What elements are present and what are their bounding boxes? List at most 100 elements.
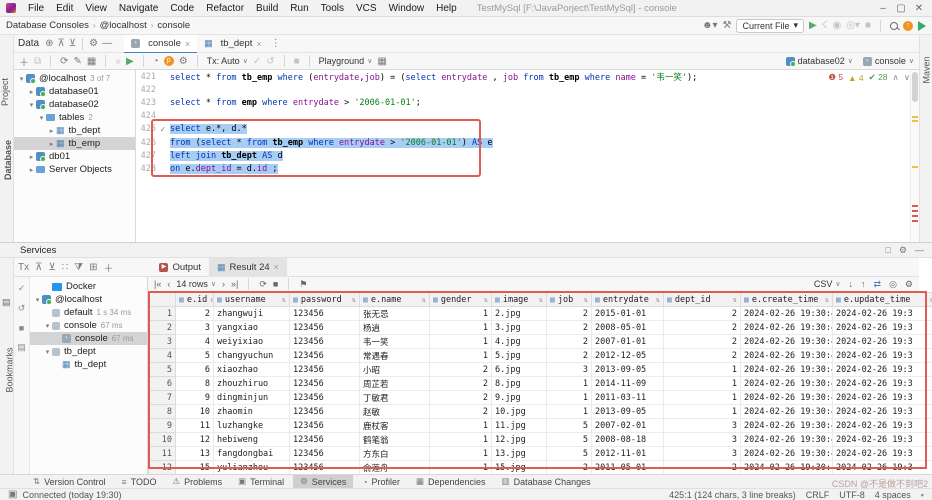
commit-icon[interactable]: ✓	[253, 56, 261, 67]
table-row[interactable]: 1215yulianzhou123456俞莲舟115.jpg22011-05-0…	[149, 461, 932, 475]
cell[interactable]: 1	[664, 363, 741, 377]
scrollbar-thumb[interactable]	[912, 72, 918, 102]
cell[interactable]: 3	[547, 363, 592, 377]
cell[interactable]: 1	[547, 391, 592, 405]
coverage-button[interactable]: ◉	[832, 20, 841, 31]
services-settings-gear-icon[interactable]: ⚙	[899, 245, 907, 256]
minimize-button[interactable]: –	[874, 3, 892, 14]
cell[interactable]: 1	[430, 419, 492, 433]
cell[interactable]: 1	[430, 349, 492, 363]
cell[interactable]: 2024-02-26 19:30:48	[741, 363, 833, 377]
cell[interactable]: 1	[430, 307, 492, 321]
cell[interactable]: 周芷若	[360, 377, 430, 391]
execute-button[interactable]: ▶	[126, 56, 134, 67]
indent-size[interactable]: 4 spaces	[875, 490, 911, 500]
cell[interactable]: 俞莲舟	[360, 461, 430, 475]
table-row[interactable]: 1012hebiweng123456鹤笔翁112.jpg52008-08-183…	[149, 433, 932, 447]
cell[interactable]: 2011-03-11	[592, 391, 664, 405]
col-header-e-update_time[interactable]: ▦e.update_time⇅	[833, 293, 932, 307]
build-hammer-icon[interactable]: ⚒	[723, 20, 732, 31]
cell[interactable]: 10	[176, 405, 214, 419]
cell[interactable]: xiaozhao	[214, 363, 290, 377]
breadcrumb-item[interactable]: console	[157, 20, 190, 31]
cell[interactable]: 5	[547, 447, 592, 461]
cell[interactable]: zhaomin	[214, 405, 290, 419]
cell[interactable]: 2024-02-26 19:30:48	[741, 349, 833, 363]
toolwindow-problems[interactable]: ⚠Problems	[165, 475, 229, 489]
export-format-select[interactable]: CSV∨	[814, 279, 841, 289]
code-line-428[interactable]: 428on e.dept_id = d.id ;	[136, 162, 919, 175]
cell[interactable]: 15	[176, 461, 214, 475]
cell[interactable]: 123456	[290, 461, 360, 475]
toolwindow-terminal[interactable]: ▣Terminal	[231, 475, 291, 489]
menu-file[interactable]: File	[22, 3, 50, 14]
db-tree-item-localhost[interactable]: ▾@localhost3 of 7	[14, 72, 135, 85]
cell[interactable]: 2	[664, 349, 741, 363]
menu-window[interactable]: Window	[383, 3, 431, 14]
lock-icon[interactable]: ▪	[921, 490, 924, 500]
add-service-icon[interactable]: ＋	[103, 260, 113, 275]
chevron-icon[interactable]: ▾	[43, 348, 52, 356]
cell[interactable]: 12	[176, 433, 214, 447]
expand-all-icon[interactable]: ⊼	[58, 38, 65, 49]
menu-edit[interactable]: Edit	[50, 3, 79, 14]
console-selector[interactable]: › console∨	[863, 56, 914, 66]
cell[interactable]: 2024-02-26 19:3	[833, 335, 932, 349]
line-ending[interactable]: CRLF	[806, 490, 830, 500]
cell[interactable]: 2008-08-18	[592, 433, 664, 447]
grid-settings-gear-icon[interactable]: ⚙	[905, 279, 913, 290]
cell[interactable]: 5	[547, 433, 592, 447]
cell[interactable]: 123456	[290, 391, 360, 405]
menu-build[interactable]: Build	[250, 3, 284, 14]
cell[interactable]: 2	[547, 349, 592, 363]
cell[interactable]: 11	[176, 419, 214, 433]
preview-eye-icon[interactable]: ◎	[889, 279, 897, 290]
table-row[interactable]: 68zhouzhiruo123456周芷若28.jpg12014-11-0912…	[149, 377, 932, 391]
cell[interactable]: 6	[176, 363, 214, 377]
chevron-icon[interactable]: ▸	[27, 88, 36, 96]
db-tree-item-tables[interactable]: ▾tables2	[14, 111, 135, 124]
table-row[interactable]: 45changyuchun123456常遇春15.jpg22012-12-052…	[149, 349, 932, 363]
cell[interactable]: 3	[176, 321, 214, 335]
cell[interactable]: 3.jpg	[492, 321, 547, 335]
cell[interactable]: zhouzhiruo	[214, 377, 290, 391]
toolwindow-database-changes[interactable]: ▥Database Changes	[495, 475, 598, 489]
cell[interactable]: 2024-02-26 19:30:48	[741, 447, 833, 461]
user-icon[interactable]: ☻▾	[702, 20, 718, 31]
database-selector[interactable]: database02∨	[786, 56, 853, 66]
cell[interactable]: 123456	[290, 377, 360, 391]
maximize-button[interactable]: ▢	[892, 3, 910, 14]
col-header-job[interactable]: ▦job⇅	[547, 293, 592, 307]
compare-icon[interactable]: ⇄	[874, 279, 882, 290]
cell[interactable]: 2	[430, 391, 492, 405]
cell[interactable]: 2012-12-05	[592, 349, 664, 363]
prev-page-icon[interactable]: ‹	[167, 279, 170, 289]
tx-icon[interactable]: Tx	[18, 262, 29, 273]
cell[interactable]: dingminjun	[214, 391, 290, 405]
cell[interactable]: 123456	[290, 335, 360, 349]
cell[interactable]: 2024-02-26 19:3	[833, 447, 932, 461]
col-header-dept_id[interactable]: ▦dept_id⇅	[664, 293, 741, 307]
table-row[interactable]: 23yangxiao123456杨逍13.jpg22008-05-0122024…	[149, 321, 932, 335]
cell[interactable]: 赵敏	[360, 405, 430, 419]
close-icon[interactable]: ×	[256, 39, 261, 49]
cell[interactable]: 9.jpg	[492, 391, 547, 405]
toolwindow-profiler[interactable]: ◔Profiler	[355, 475, 407, 489]
cell[interactable]: 2024-02-26 19:3	[833, 405, 932, 419]
cell[interactable]: 123456	[290, 419, 360, 433]
db-tree-item-tbdept[interactable]: ▸▦tb_dept	[14, 124, 135, 137]
whats-new-icon[interactable]	[918, 21, 926, 31]
cell[interactable]: 3	[664, 419, 741, 433]
run-button[interactable]: ▶	[809, 20, 817, 31]
cell[interactable]: 2015-01-01	[592, 307, 664, 321]
cell[interactable]: hebiweng	[214, 433, 290, 447]
cell[interactable]: 2007-02-01	[592, 419, 664, 433]
settings-gear-icon[interactable]: ⚙	[89, 38, 98, 49]
col-header-e-id[interactable]: ▦e.id⇅	[176, 293, 214, 307]
table-row[interactable]: 34weiyixiao123456韦一笑14.jpg22007-01-01220…	[149, 335, 932, 349]
cell[interactable]: 鹤笔翁	[360, 433, 430, 447]
code-line-426[interactable]: 426from (select * from tb_emp where entr…	[136, 136, 919, 149]
duplicate-icon[interactable]: ⧉	[34, 56, 41, 67]
table-row[interactable]: 810zhaomin123456赵敏210.jpg12013-09-051202…	[149, 405, 932, 419]
cell[interactable]: 2024-02-26 19:3	[833, 307, 932, 321]
